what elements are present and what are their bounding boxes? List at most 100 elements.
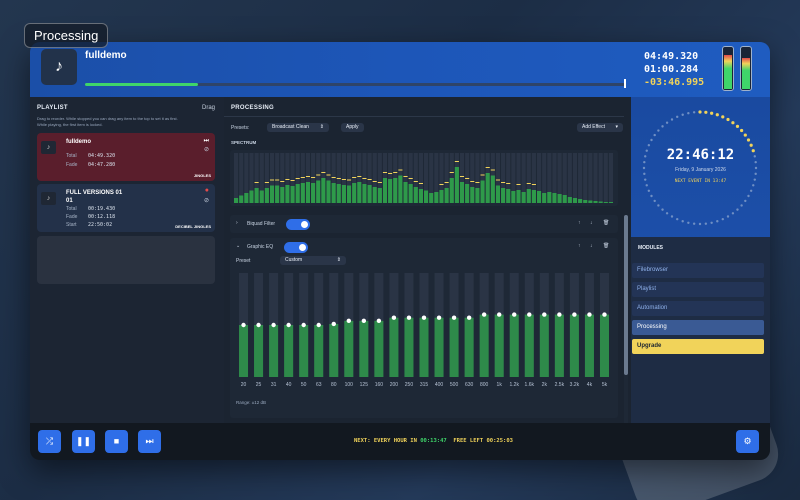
settings-button[interactable]: ⚙: [736, 430, 759, 453]
music-note-icon: ♪: [41, 192, 56, 205]
effect-toggle[interactable]: [284, 242, 308, 253]
chevron-down-icon[interactable]: ⌄: [236, 243, 240, 249]
preset-select[interactable]: Broadcast Clean ⇕: [267, 123, 329, 132]
spectrum-bar: [254, 188, 259, 203]
module-automation[interactable]: Automation: [632, 301, 764, 316]
spectrum-bar-track: [598, 153, 603, 203]
vu-level-right: [742, 58, 750, 89]
free-label: FREE LEFT: [453, 438, 484, 444]
move-down-icon[interactable]: ↓: [590, 220, 593, 226]
clock-second-dot: [681, 113, 684, 116]
eq-band-label: 5k: [602, 382, 608, 388]
spectrum-bar: [593, 201, 598, 203]
eq-preset-label: Preset: [236, 258, 251, 264]
spectrum-bar: [264, 188, 269, 203]
spectrum-peak: [465, 178, 470, 179]
spectrum-bar-track: [572, 153, 578, 203]
time-readouts: 04:49.320 01:00.284 -03:46.995: [644, 50, 704, 89]
clock-second-dot: [676, 115, 679, 119]
spectrum-bar: [249, 190, 254, 203]
skip-icon[interactable]: ⏭: [204, 138, 209, 144]
move-up-icon[interactable]: ↑: [578, 243, 581, 249]
module-filebrowser[interactable]: Filebrowser: [632, 263, 764, 278]
scrollbar-thumb[interactable]: [624, 215, 628, 375]
disable-icon[interactable]: ⊘: [204, 147, 209, 153]
playback-cursor[interactable]: [624, 79, 626, 88]
spectrum-peak: [275, 179, 280, 181]
trash-icon[interactable]: 🗑: [603, 220, 609, 226]
chevron-right-icon[interactable]: ›: [236, 220, 238, 226]
clock-second-dot: [643, 172, 646, 176]
spectrum-bar: [506, 189, 511, 203]
eq-band-label: 315: [420, 382, 429, 388]
modules-heading: MODULES: [638, 245, 663, 251]
spectrum-bar: [388, 179, 393, 203]
eq-band-label: 2.5k: [555, 382, 565, 388]
eq-band-fill: [389, 317, 399, 377]
playlist-item[interactable]: ♪ FULL VERSIONS 01 01 Total 00:19.430 Fade…: [37, 184, 215, 232]
module-processing[interactable]: Processing: [632, 320, 764, 335]
shuffle-button[interactable]: ⤮: [38, 430, 61, 453]
spectrum-peak: [408, 178, 413, 179]
eq-band-label: 2k: [542, 382, 548, 388]
clock-second-dot: [687, 112, 690, 115]
module-upgrade[interactable]: Upgrade: [632, 339, 764, 354]
start-label: Start: [66, 222, 77, 228]
playlist-item-fade: Fade 04:47.280: [66, 162, 115, 168]
playlist-item[interactable]: ♪ fulldemo Total 04:49.320 Fade 04:47.280 …: [37, 133, 215, 181]
spectrum-bar: [346, 185, 352, 203]
eq-band-fill: [299, 325, 309, 377]
spectrum-bar: [239, 195, 244, 203]
spectrum-peak: [475, 182, 480, 183]
clock-second-dot: [698, 110, 702, 114]
eq-band-fill: [419, 317, 429, 377]
clock-second-dot: [749, 189, 753, 192]
graphic-eq-sliders[interactable]: 20 25 31 40 50 63 80 100 125 160 200 250 315 400 500 63…: [234, 271, 614, 393]
clock-second-dot: [736, 208, 739, 211]
spectrum-bar: [459, 182, 465, 203]
playlist-item-tag: JINGLES: [193, 173, 211, 178]
move-down-icon[interactable]: ↓: [590, 243, 593, 249]
move-up-icon[interactable]: ↑: [578, 220, 581, 226]
total-label: Total: [66, 206, 77, 212]
eq-band-label: 125: [360, 382, 369, 388]
effect-toggle[interactable]: [286, 219, 310, 230]
effect-row-graphic-eq[interactable]: ⌄ Graphic EQ ↑ ↓ 🗑 Preset Custom ⇕ 20 25 31…: [230, 238, 618, 418]
eq-band-handle: [241, 322, 246, 328]
spectrum-bar: [434, 192, 439, 203]
clock-second-dot: [726, 117, 730, 122]
playback-progress-bar[interactable]: [85, 83, 625, 86]
effect-name: Biquad Filter: [247, 221, 276, 227]
stop-button[interactable]: ■: [105, 430, 128, 453]
disable-icon[interactable]: ⊘: [204, 198, 209, 204]
playlist-heading: PLAYLIST: [37, 105, 68, 111]
add-effect-button[interactable]: Add Effect ▾: [577, 123, 623, 132]
trash-icon[interactable]: 🗑: [603, 243, 609, 249]
clock-second-dot: [754, 172, 757, 176]
spectrum-bar: [398, 175, 403, 203]
next-button[interactable]: ⏭: [138, 430, 161, 453]
eq-band-handle: [602, 312, 607, 317]
spectrum-peak: [444, 182, 449, 183]
pause-icon: ❚❚: [75, 436, 92, 446]
eq-band-handle: [421, 315, 427, 320]
eq-band-label: 400: [435, 382, 444, 388]
module-playlist[interactable]: Playlist: [632, 282, 764, 297]
eq-preset-select[interactable]: Custom ⇕: [280, 256, 346, 265]
pause-button[interactable]: ❚❚: [72, 430, 95, 453]
clock-second-dot: [653, 133, 656, 137]
scrollbar[interactable]: [624, 215, 628, 425]
app-window: ♪ fulldemo 04:49.320 01:00.284 -03:46.99…: [30, 42, 770, 460]
toggle-knob: [299, 244, 306, 251]
spectrum-peak: [439, 184, 444, 185]
effect-row-biquad[interactable]: › Biquad Filter ↑ ↓ 🗑: [230, 215, 618, 233]
clock-second-dot: [657, 204, 660, 207]
spectrum-peak: [403, 176, 408, 177]
playlist-item-title: FULL VERSIONS 01 01: [66, 189, 122, 205]
apply-button[interactable]: Apply: [341, 123, 364, 132]
clock-second-dot: [692, 222, 696, 225]
title-line: FULL VERSIONS 01: [66, 190, 123, 196]
remove-icon[interactable]: ●: [205, 187, 209, 194]
chevron-updown-icon: ⇕: [319, 124, 324, 130]
spectrum-bar: [424, 190, 429, 203]
